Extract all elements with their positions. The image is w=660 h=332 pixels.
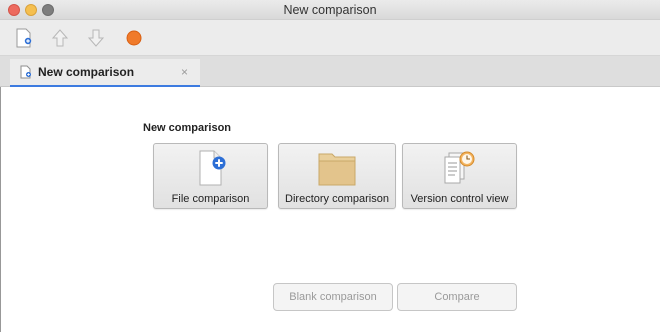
arrow-down-icon — [87, 29, 105, 47]
tab-close-icon[interactable]: × — [181, 65, 188, 79]
next-change-button[interactable] — [83, 26, 109, 50]
file-add-icon — [199, 150, 225, 186]
title-bar: New comparison — [0, 0, 660, 20]
directory-comparison-button[interactable]: Directory comparison — [278, 143, 396, 209]
window-edge — [0, 87, 1, 332]
section-heading: New comparison — [143, 122, 232, 134]
arrow-up-icon — [51, 29, 69, 47]
version-history-icon — [444, 151, 474, 184]
folder-icon — [318, 153, 356, 186]
toolbar — [0, 20, 660, 56]
file-comparison-label: File comparison — [171, 193, 250, 205]
new-document-icon — [16, 28, 32, 48]
file-comparison-button[interactable]: File comparison — [153, 143, 268, 209]
tab-new-comparison[interactable]: New comparison × — [10, 59, 200, 87]
version-control-view-label: Version control view — [410, 193, 509, 205]
new-comparison-toolbar-button[interactable] — [11, 26, 37, 50]
tab-bar: New comparison × — [0, 56, 660, 87]
compare-button[interactable]: Compare — [397, 283, 517, 311]
tab-label: New comparison — [38, 65, 135, 79]
previous-change-button[interactable] — [47, 26, 73, 50]
directory-comparison-label: Directory comparison — [285, 193, 389, 205]
stop-icon — [126, 30, 142, 46]
blank-comparison-button[interactable]: Blank comparison — [273, 283, 393, 311]
version-control-view-button[interactable]: Version control view — [402, 143, 517, 209]
window-title: New comparison — [283, 3, 377, 17]
new-document-icon — [20, 65, 34, 79]
stop-button[interactable] — [121, 26, 147, 50]
